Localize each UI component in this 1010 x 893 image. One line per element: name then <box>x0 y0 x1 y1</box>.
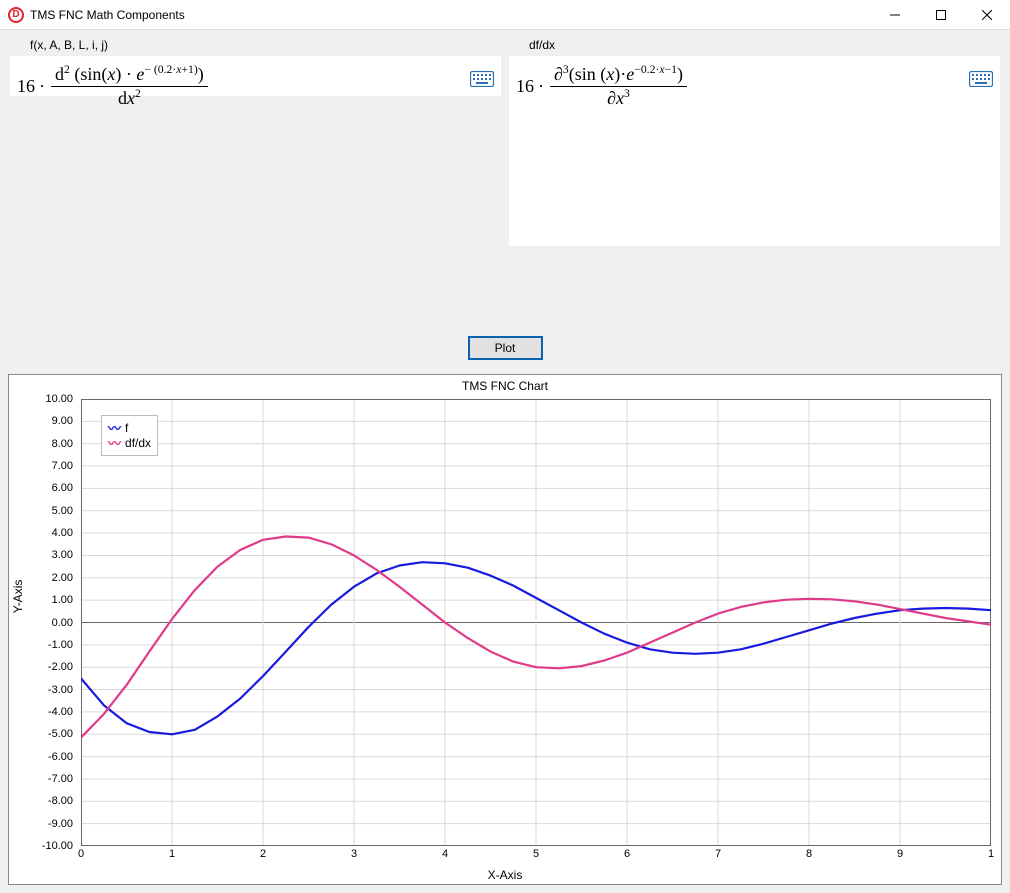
x-axis-ticks: 0 1 2 3 4 5 6 7 8 9 1 <box>81 848 991 864</box>
y-tick: 6.00 <box>52 482 73 494</box>
window-title: TMS FNC Math Components <box>30 8 185 22</box>
keyboard-icon[interactable] <box>969 71 993 92</box>
y-tick: 8.00 <box>52 438 73 450</box>
formula-right-input[interactable]: 16 · ∂3(sin (x)·e−0.2·x−1) ∂x3 <box>509 56 1000 246</box>
coef: 16 <box>516 76 534 97</box>
x-tick: 9 <box>897 848 903 860</box>
chart-title: TMS FNC Chart <box>9 379 1001 393</box>
x-tick: 7 <box>715 848 721 860</box>
chart-panel: TMS FNC Chart Y-Axis X-Axis -10.00 -9.00 -… <box>8 374 1002 885</box>
x-axis-label: X-Axis <box>9 868 1001 882</box>
y-tick: -3.00 <box>48 684 73 696</box>
chart-legend: 〰 f 〰 df/dx <box>101 415 158 456</box>
y-axis-ticks: -10.00-9.00-8.00-7.00-6.00-5.00-4.00-3.0… <box>37 399 77 846</box>
y-tick: 3.00 <box>52 549 73 561</box>
y-tick: -2.00 <box>48 661 73 673</box>
y-tick: 9.00 <box>52 415 73 427</box>
formula-left-input[interactable]: 16 · d2 (sin(x) · e− (0.2·x+1)) dx2 <box>10 56 501 96</box>
y-axis-label: Y-Axis <box>11 579 25 613</box>
x-tick: 1 <box>988 848 994 860</box>
y-tick: -5.00 <box>48 728 73 740</box>
formula-right-label: df/dx <box>509 36 1000 56</box>
x-tick: 4 <box>442 848 448 860</box>
x-tick: 6 <box>624 848 630 860</box>
maximize-button[interactable] <box>918 0 964 30</box>
title-bar: D TMS FNC Math Components <box>0 0 1010 30</box>
y-tick: -8.00 <box>48 795 73 807</box>
y-tick: -6.00 <box>48 751 73 763</box>
close-button[interactable] <box>964 0 1010 30</box>
coef: 16 <box>17 76 35 97</box>
y-tick: 4.00 <box>52 527 73 539</box>
wave-icon: 〰 <box>108 422 121 435</box>
y-tick: 5.00 <box>52 505 73 517</box>
keyboard-icon[interactable] <box>470 71 494 92</box>
x-tick: 5 <box>533 848 539 860</box>
app-icon: D <box>8 7 24 23</box>
y-tick: -9.00 <box>48 818 73 830</box>
y-tick: 2.00 <box>52 572 73 584</box>
y-tick: -1.00 <box>48 639 73 651</box>
x-tick: 0 <box>78 848 84 860</box>
legend-item-f: 〰 f <box>108 421 151 435</box>
y-tick: 0.00 <box>52 617 73 629</box>
y-tick: -10.00 <box>42 840 73 852</box>
y-tick: 10.00 <box>45 393 73 405</box>
y-tick: 1.00 <box>52 594 73 606</box>
x-tick: 2 <box>260 848 266 860</box>
y-tick: 7.00 <box>52 460 73 472</box>
x-tick: 3 <box>351 848 357 860</box>
fraction: ∂3(sin (x)·e−0.2·x−1) ∂x3 <box>550 63 687 109</box>
formula-left-label: f(x, A, B, L, i, j) <box>10 36 501 56</box>
minimize-button[interactable] <box>872 0 918 30</box>
plot-button[interactable]: Plot <box>468 336 543 360</box>
y-tick: -7.00 <box>48 773 73 785</box>
wave-icon: 〰 <box>108 437 121 450</box>
x-tick: 1 <box>169 848 175 860</box>
fraction: d2 (sin(x) · e− (0.2·x+1)) dx2 <box>51 63 208 109</box>
plot-area[interactable]: 〰 f 〰 df/dx <box>81 399 991 846</box>
x-tick: 8 <box>806 848 812 860</box>
legend-item-dfdx: 〰 df/dx <box>108 436 151 450</box>
y-tick: -4.00 <box>48 706 73 718</box>
